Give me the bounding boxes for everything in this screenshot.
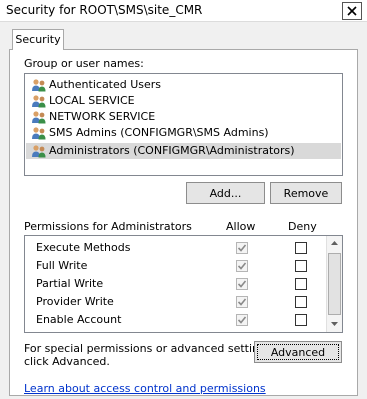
checkmark-icon (238, 298, 246, 306)
deny-checkbox[interactable] (295, 314, 307, 326)
user-name: LOCAL SERVICE (49, 94, 135, 107)
permission-name: Partial Write (36, 277, 104, 290)
close-button[interactable] (342, 2, 362, 20)
permission-row: Partial Write (25, 275, 328, 293)
user-name: NETWORK SERVICE (49, 110, 156, 123)
allow-checkbox[interactable] (236, 332, 248, 333)
checkmark-icon (238, 316, 246, 324)
list-item-user[interactable]: NETWORK SERVICE (26, 109, 341, 125)
allow-column-header: Allow (226, 220, 256, 233)
permissions-list[interactable]: Execute Methods Full Write Partial Write… (24, 235, 343, 333)
deny-checkbox[interactable] (295, 260, 307, 272)
deny-column-header: Deny (288, 220, 317, 233)
users-label: Group or user names: (24, 57, 144, 70)
allow-checkbox[interactable] (236, 296, 248, 308)
permission-row: Provider Write (25, 293, 328, 311)
title-bar: Security for ROOT\SMS\site_CMR (0, 0, 367, 22)
permission-row: Enable Account (25, 311, 328, 329)
allow-checkbox[interactable] (236, 242, 248, 254)
list-item-user[interactable]: SMS Admins (CONFIGMGR\SMS Admins) (26, 125, 341, 141)
advanced-note-line1: For special permissions or advanced sett… (24, 342, 276, 355)
tab-security-label: Security (15, 33, 61, 46)
add-button[interactable]: Add... (186, 182, 265, 204)
remove-button[interactable]: Remove (270, 182, 342, 204)
users-group-icon (32, 79, 46, 92)
tab-security[interactable]: Security (12, 29, 64, 50)
allow-checkbox[interactable] (236, 278, 248, 290)
scrollbar-thumb[interactable] (328, 253, 341, 315)
permission-row: Full Write (25, 257, 328, 275)
advanced-note-line2: click Advanced. (24, 355, 110, 368)
permission-name: Provider Write (36, 295, 114, 308)
permissions-header: Permissions for Administrators (24, 220, 192, 233)
close-icon (347, 6, 357, 16)
checkmark-icon (238, 262, 246, 270)
permission-row-partial (25, 329, 328, 333)
user-name: Authenticated Users (49, 78, 162, 91)
permission-name: Execute Methods (36, 241, 131, 254)
scroll-up-arrow-icon[interactable] (331, 241, 338, 245)
users-group-icon (32, 111, 46, 124)
scroll-down-arrow-icon[interactable] (331, 322, 338, 326)
users-group-icon (32, 95, 46, 108)
list-item-user[interactable]: Authenticated Users (26, 77, 341, 93)
permission-name: Enable Account (36, 313, 122, 326)
user-name: Administrators (CONFIGMGR\Administrators… (49, 144, 295, 157)
permission-name: Full Write (36, 259, 88, 272)
users-group-icon (32, 127, 46, 140)
help-link[interactable]: Learn about access control and permissio… (24, 382, 266, 395)
permissions-scrollbar[interactable] (326, 236, 342, 332)
deny-checkbox[interactable] (295, 278, 307, 290)
list-item-user[interactable]: LOCAL SERVICE (26, 93, 341, 109)
deny-checkbox[interactable] (295, 332, 307, 333)
user-name: SMS Admins (CONFIGMGR\SMS Admins) (49, 126, 269, 139)
advanced-button[interactable]: Advanced (254, 341, 342, 363)
deny-checkbox[interactable] (295, 242, 307, 254)
window-title: Security for ROOT\SMS\site_CMR (6, 3, 203, 17)
deny-checkbox[interactable] (295, 296, 307, 308)
permission-row: Execute Methods (25, 239, 328, 257)
allow-checkbox[interactable] (236, 314, 248, 326)
users-group-icon (32, 145, 46, 158)
users-list[interactable]: Authenticated Users LOCAL SERVICE NETWOR… (24, 73, 343, 176)
list-item-user-selected[interactable]: Administrators (CONFIGMGR\Administrators… (26, 143, 341, 159)
checkmark-icon (238, 280, 246, 288)
checkmark-icon (238, 244, 246, 252)
allow-checkbox[interactable] (236, 260, 248, 272)
